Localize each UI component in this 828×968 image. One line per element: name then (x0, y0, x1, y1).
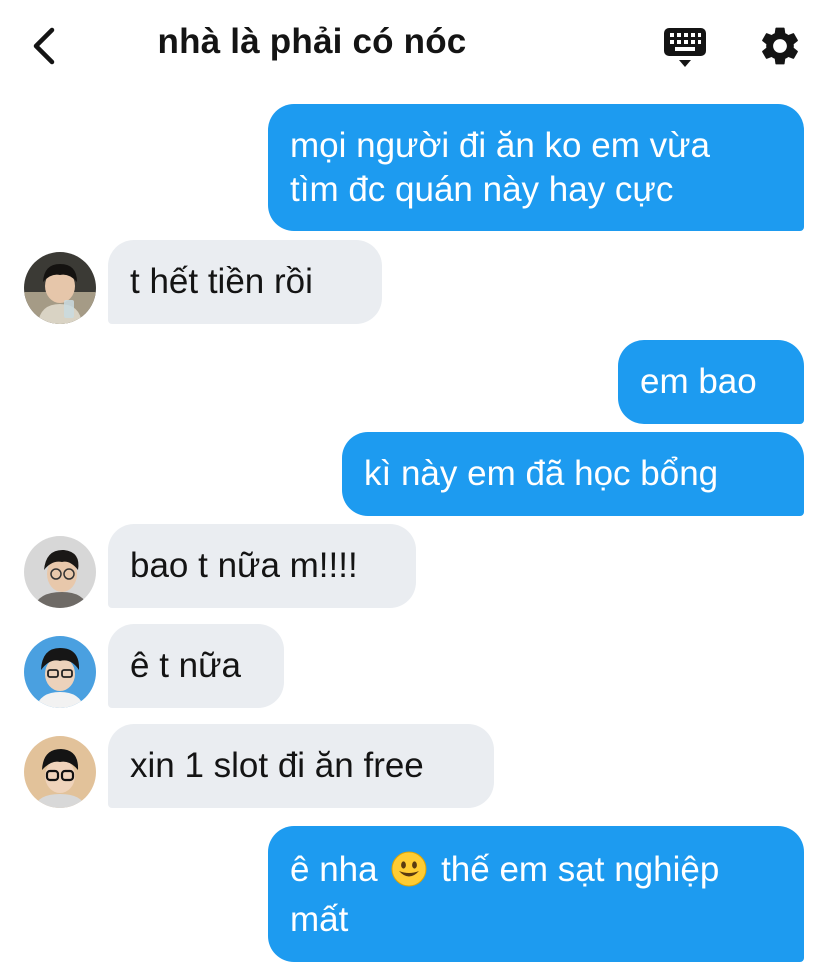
conversation-title[interactable]: nhà là phải có nóc (0, 22, 624, 62)
incoming-message[interactable]: t hết tiền rồi (108, 240, 382, 324)
message-text: thế em sạt nghiệp (441, 850, 720, 889)
avatar[interactable] (24, 252, 96, 324)
outgoing-message[interactable]: em bao (618, 340, 804, 424)
outgoing-message[interactable]: mọi người đi ăn ko em vừa tìm đc quán nà… (268, 104, 804, 231)
smiling-face-emoji (391, 851, 427, 898)
profile-photo (24, 636, 96, 708)
message-text: ê t nữa (130, 646, 241, 685)
outgoing-message[interactable]: ê nha thế em sạt nghiệp mất (268, 826, 804, 962)
outgoing-message[interactable]: kì này em đã học bổng (342, 432, 804, 516)
profile-photo (24, 736, 96, 808)
profile-photo (24, 252, 96, 324)
settings-button[interactable] (757, 23, 803, 69)
message-text-line: tìm đc quán này hay cực (290, 170, 674, 209)
message-text: bao t nữa m!!!! (130, 546, 358, 585)
message-text-line: mất (290, 900, 349, 939)
avatar[interactable] (24, 636, 96, 708)
gear-icon (762, 27, 798, 65)
profile-photo (24, 536, 96, 608)
message-text: ê nha (290, 850, 378, 889)
incoming-message[interactable]: xin 1 slot đi ăn free (108, 724, 494, 808)
incoming-message[interactable]: ê t nữa (108, 624, 284, 708)
message-text-line: mọi người đi ăn ko em vừa (290, 126, 710, 165)
keyboard-button[interactable] (660, 24, 710, 70)
conversation-header: nhà là phải có nóc (0, 0, 828, 92)
avatar[interactable] (24, 536, 96, 608)
keyboard-icon (664, 28, 706, 67)
message-text: em bao (640, 362, 757, 401)
message-text-line: ê nha thế em sạt nghiệp (290, 848, 782, 898)
incoming-message[interactable]: bao t nữa m!!!! (108, 524, 416, 608)
message-text: kì này em đã học bổng (364, 454, 719, 493)
message-text: xin 1 slot đi ăn free (130, 746, 424, 785)
message-text: t hết tiền rồi (130, 262, 313, 301)
avatar[interactable] (24, 736, 96, 808)
